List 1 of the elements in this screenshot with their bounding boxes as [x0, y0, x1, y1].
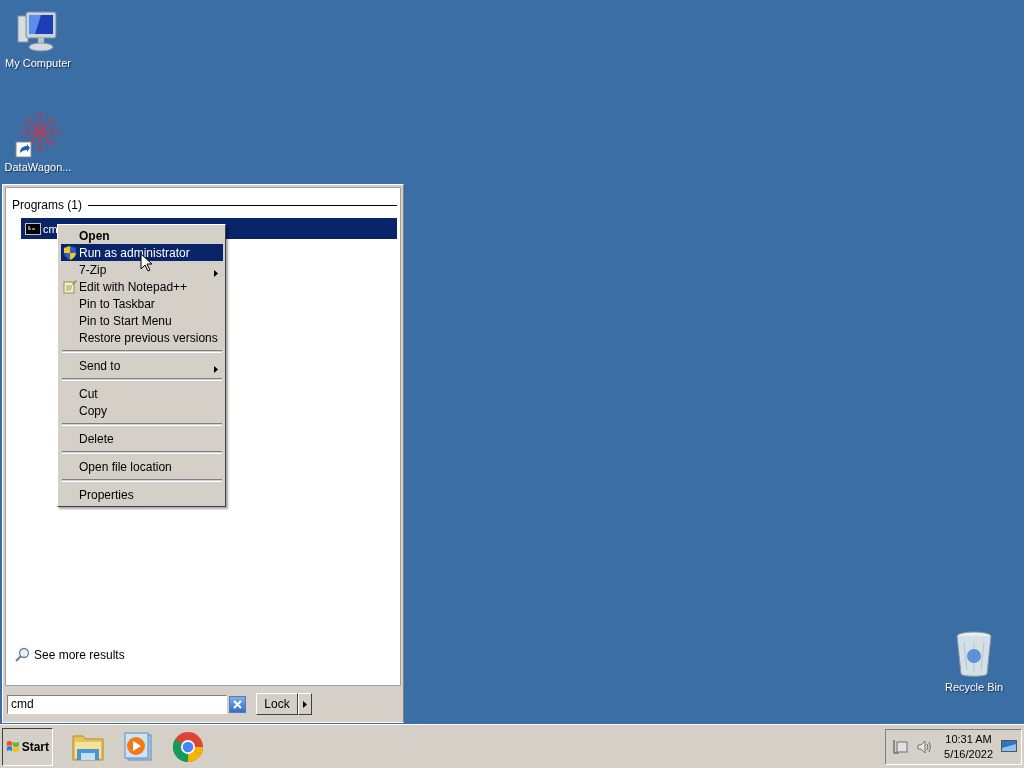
section-heading: Programs (1)	[12, 198, 82, 212]
